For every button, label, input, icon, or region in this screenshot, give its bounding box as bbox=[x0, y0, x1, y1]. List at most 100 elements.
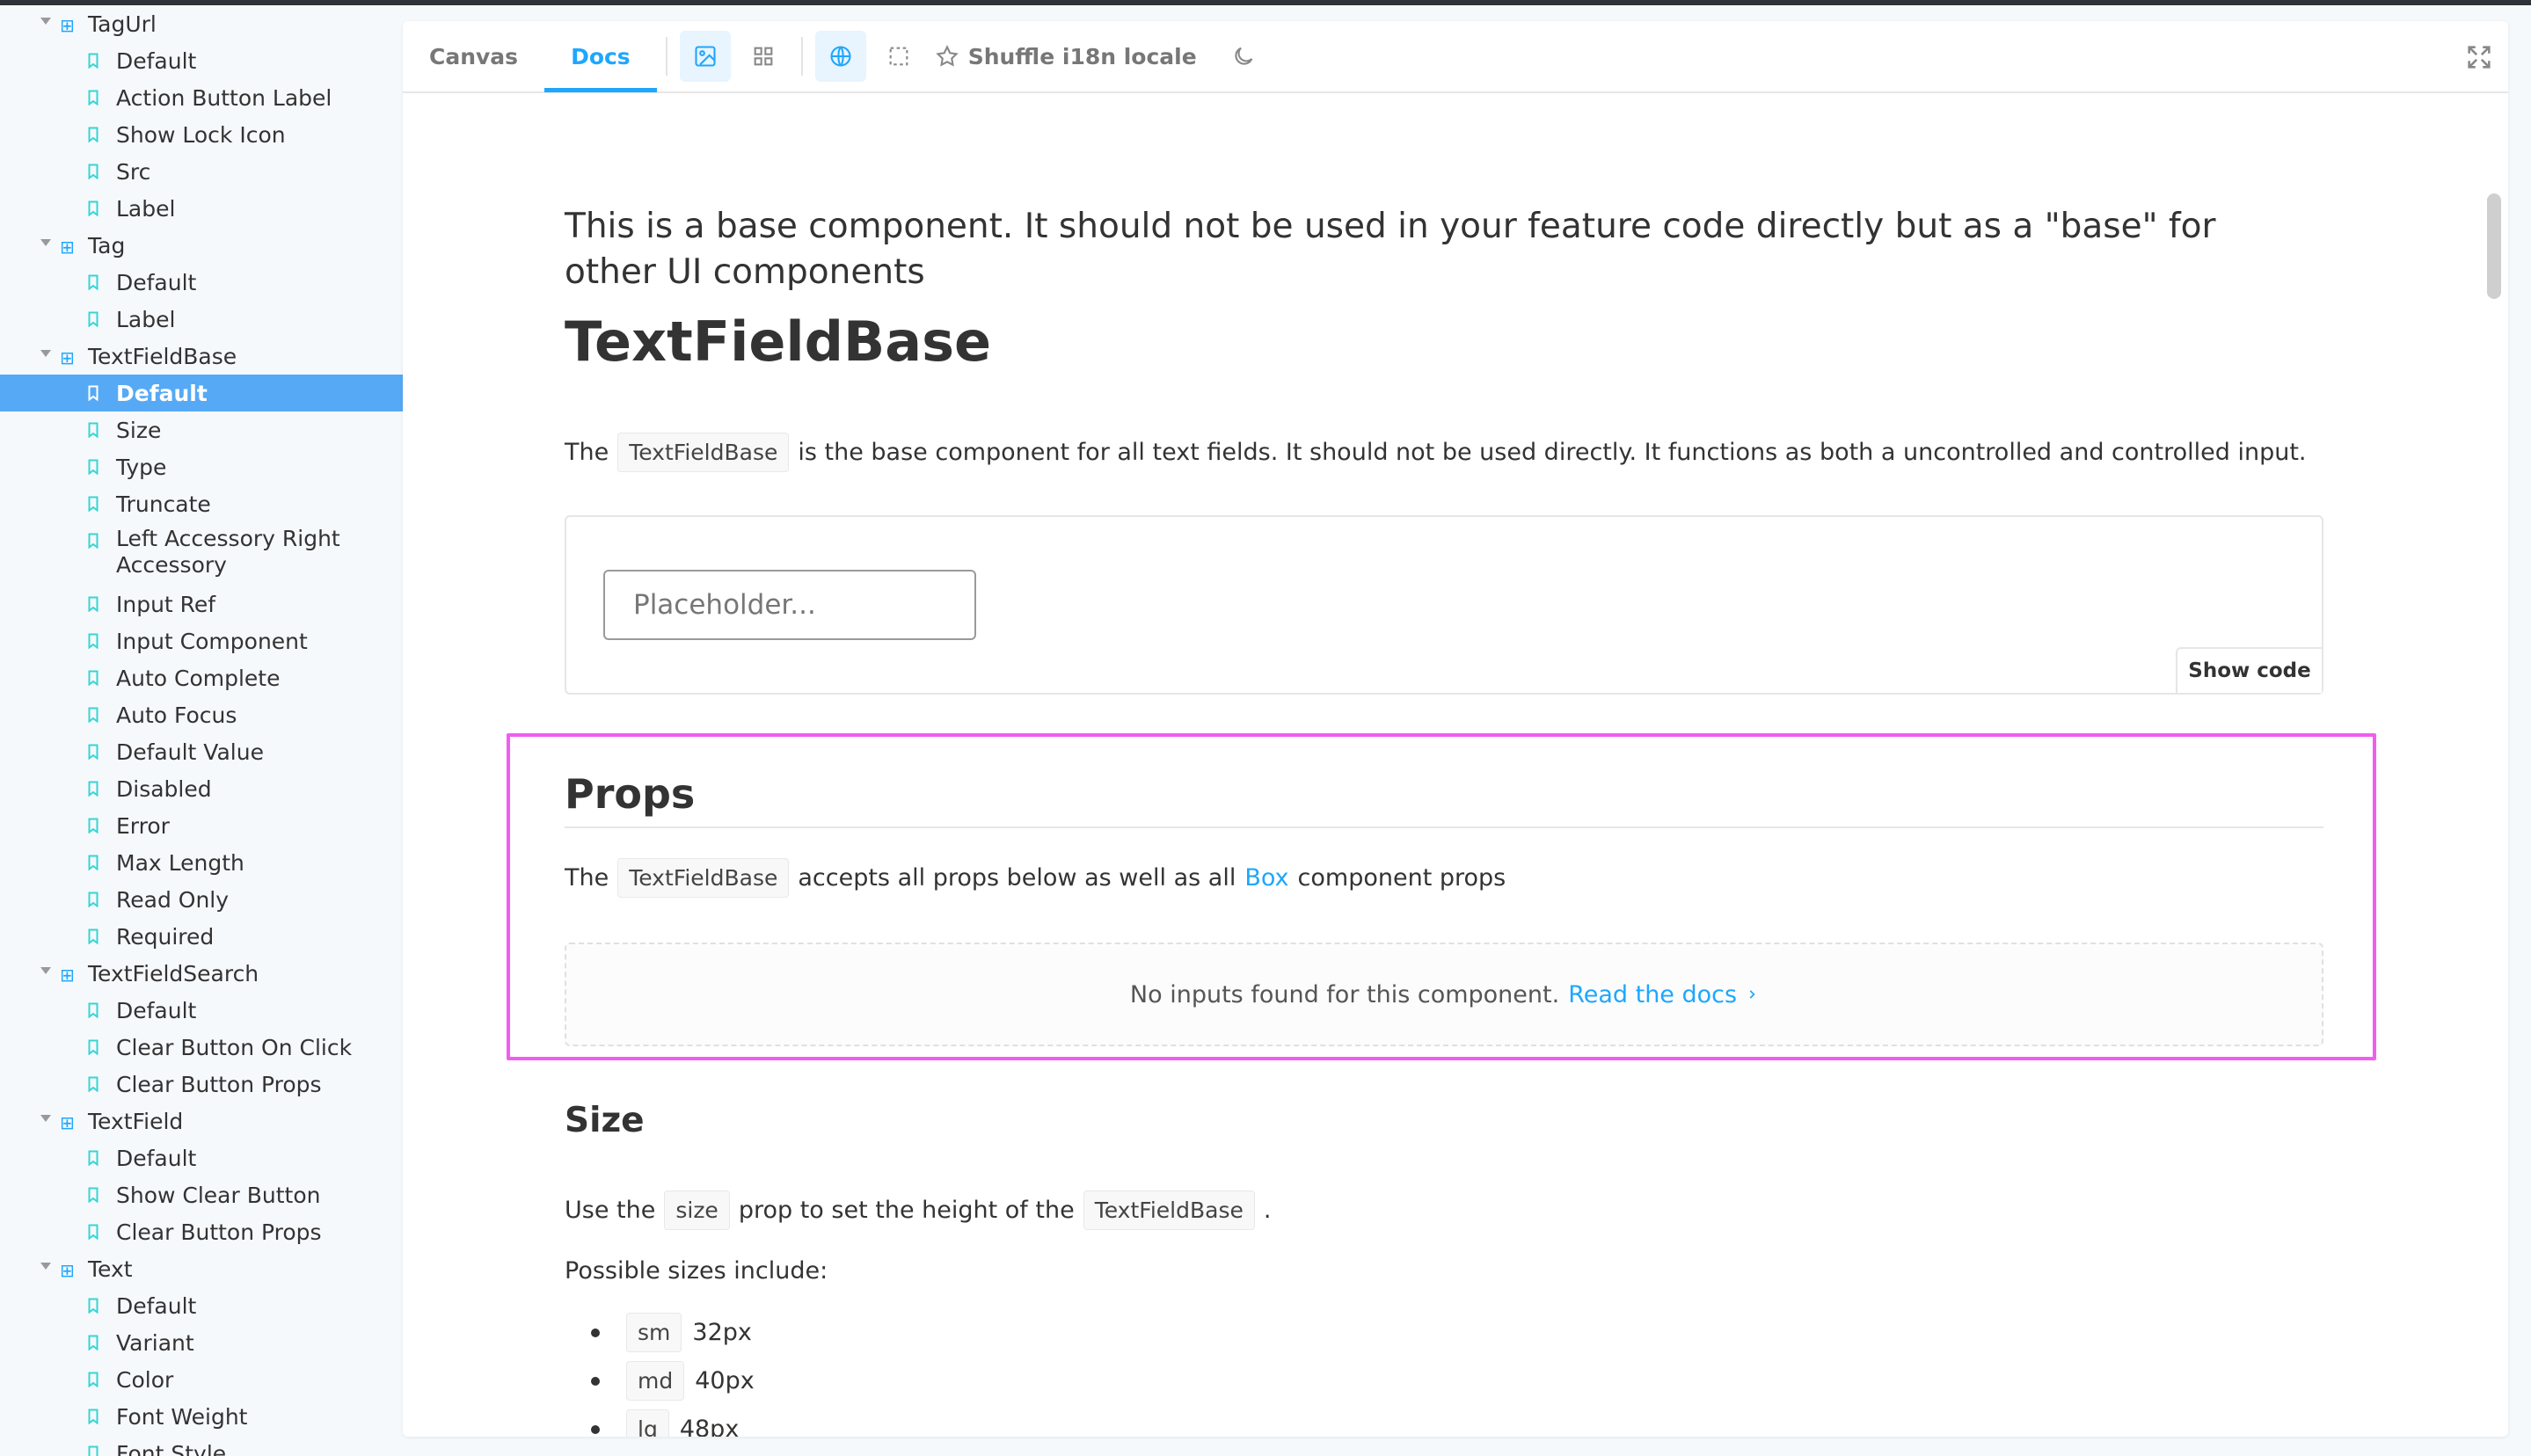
sidebar-item-label: Default bbox=[116, 997, 197, 1023]
sidebar-item-label: Font Style bbox=[116, 1440, 227, 1456]
sidebar-story[interactable]: Action Button Label bbox=[0, 79, 403, 116]
caret-down-icon[interactable] bbox=[40, 18, 51, 25]
outline-icon bbox=[889, 47, 908, 66]
bookmark-icon bbox=[88, 127, 98, 142]
docs-scrollbar[interactable] bbox=[2487, 193, 2501, 299]
sidebar: ⊞ TagUrl Default Action Button Label Show Lo… bbox=[0, 5, 403, 1456]
background-image-button[interactable] bbox=[679, 31, 731, 82]
sidebar-story[interactable]: Auto Complete bbox=[0, 659, 403, 696]
caret-down-icon[interactable] bbox=[40, 1263, 51, 1270]
show-code-button[interactable]: Show code bbox=[2176, 647, 2322, 693]
toolbar: Canvas Docs Shuffle i18n locale bbox=[403, 21, 2508, 93]
sidebar-story[interactable]: Default Value bbox=[0, 733, 403, 770]
sidebar-story[interactable]: Default bbox=[0, 42, 403, 79]
sidebar-component[interactable]: ⊞ TextField bbox=[0, 1103, 403, 1139]
sidebar-story[interactable]: Input Ref bbox=[0, 586, 403, 622]
sidebar-story[interactable]: Default bbox=[0, 1139, 403, 1176]
component-icon: ⊞ bbox=[60, 965, 75, 986]
bullet bbox=[591, 1376, 600, 1386]
sidebar-item-label: TagUrl bbox=[88, 11, 157, 37]
bookmark-icon bbox=[88, 200, 98, 216]
sidebar-story[interactable]: Clear Button Props bbox=[0, 1213, 403, 1250]
sidebar-story[interactable]: Input Component bbox=[0, 622, 403, 659]
sidebar-story[interactable]: Show Lock Icon bbox=[0, 116, 403, 153]
sidebar-story[interactable]: Font Weight bbox=[0, 1398, 403, 1435]
textfield-base-input[interactable] bbox=[603, 570, 976, 640]
caret-down-icon[interactable] bbox=[40, 1115, 51, 1122]
sidebar-story[interactable]: Auto Focus bbox=[0, 696, 403, 733]
component-icon: ⊞ bbox=[60, 347, 75, 368]
grid-button[interactable] bbox=[738, 31, 789, 82]
shuffle-locale-button[interactable]: Shuffle i18n locale bbox=[935, 44, 1197, 69]
tab-docs[interactable]: Docs bbox=[544, 21, 657, 92]
sidebar-item-label: Label bbox=[116, 195, 176, 222]
sidebar-item-label: Disabled bbox=[116, 775, 212, 802]
sidebar-component[interactable]: ⊞ Text bbox=[0, 1250, 403, 1287]
sidebar-item-label: Error bbox=[116, 812, 170, 839]
bookmark-icon bbox=[88, 533, 98, 549]
caret-down-icon[interactable] bbox=[40, 967, 51, 974]
sidebar-story[interactable]: Type bbox=[0, 448, 403, 485]
sidebar-item-label: Auto Complete bbox=[116, 665, 281, 691]
sidebar-story[interactable]: Src bbox=[0, 153, 403, 190]
globe-icon bbox=[830, 46, 851, 67]
possible-sizes-text: Possible sizes include: bbox=[565, 1257, 828, 1285]
sidebar-item-label: Required bbox=[116, 923, 215, 950]
inline-code: md bbox=[626, 1361, 685, 1401]
sidebar-item-label: Variant bbox=[116, 1329, 194, 1356]
sidebar-component[interactable]: ⊞ TextFieldBase bbox=[0, 338, 403, 375]
sidebar-component[interactable]: ⊞ Tag bbox=[0, 227, 403, 264]
sidebar-item-label: Input Component bbox=[116, 628, 308, 654]
sidebar-story[interactable]: Color bbox=[0, 1361, 403, 1398]
bookmark-icon bbox=[88, 1445, 98, 1456]
sidebar-story[interactable]: Default bbox=[0, 375, 403, 411]
sidebar-story[interactable]: Truncate bbox=[0, 485, 403, 522]
bookmark-icon bbox=[88, 53, 98, 69]
bookmark-icon bbox=[88, 274, 98, 290]
sidebar-story[interactable]: Label bbox=[0, 190, 403, 227]
sidebar-story[interactable]: Variant bbox=[0, 1324, 403, 1361]
bookmark-icon bbox=[88, 164, 98, 179]
locale-button[interactable] bbox=[814, 31, 866, 82]
moon-icon bbox=[1235, 47, 1253, 65]
sidebar-story[interactable]: Label bbox=[0, 301, 403, 338]
sidebar-story[interactable]: Default bbox=[0, 992, 403, 1029]
bookmark-icon bbox=[88, 1409, 98, 1424]
sidebar-component[interactable]: ⊞ TextFieldSearch bbox=[0, 955, 403, 992]
sidebar-story[interactable]: Default bbox=[0, 1287, 403, 1324]
sidebar-story[interactable]: Left Accessory Right Accessory bbox=[0, 522, 403, 586]
caret-down-icon[interactable] bbox=[40, 350, 51, 357]
theme-toggle-button[interactable] bbox=[1218, 31, 1269, 82]
bookmark-icon bbox=[88, 633, 98, 649]
outline-button[interactable] bbox=[873, 31, 924, 82]
sidebar-item-label: Color bbox=[116, 1366, 174, 1393]
sidebar-item-label: Show Clear Button bbox=[116, 1182, 321, 1208]
bookmark-icon bbox=[88, 781, 98, 797]
sidebar-story[interactable]: Error bbox=[0, 807, 403, 844]
sidebar-story[interactable]: Font Style bbox=[0, 1435, 403, 1456]
bookmark-icon bbox=[88, 1224, 98, 1240]
fullscreen-icon[interactable] bbox=[2464, 42, 2494, 72]
size-period: . bbox=[1263, 1197, 1272, 1224]
sidebar-component[interactable]: ⊞ TagUrl bbox=[0, 5, 403, 42]
story-preview: Show code bbox=[565, 515, 2323, 695]
list-item: md 40px bbox=[591, 1357, 755, 1405]
sidebar-story[interactable]: Clear Button Props bbox=[0, 1066, 403, 1103]
caret-down-icon[interactable] bbox=[40, 239, 51, 246]
sidebar-story[interactable]: Required bbox=[0, 918, 403, 955]
sidebar-story[interactable]: Size bbox=[0, 411, 403, 448]
sidebar-story[interactable]: Clear Button On Click bbox=[0, 1029, 403, 1066]
sidebar-story[interactable]: Disabled bbox=[0, 770, 403, 807]
sidebar-item-label: Auto Focus bbox=[116, 702, 237, 728]
sidebar-story[interactable]: Max Length bbox=[0, 844, 403, 881]
component-lead: This is a base component. It should not … bbox=[565, 207, 2216, 292]
sidebar-story[interactable]: Default bbox=[0, 264, 403, 301]
sidebar-item-label: Label bbox=[116, 306, 176, 332]
tab-canvas[interactable]: Canvas bbox=[403, 21, 544, 92]
sidebar-story[interactable]: Read Only bbox=[0, 881, 403, 918]
bookmark-icon bbox=[88, 1150, 98, 1166]
bookmark-icon bbox=[88, 596, 98, 612]
sidebar-item-label: Src bbox=[116, 158, 151, 185]
bookmark-icon bbox=[88, 459, 98, 475]
sidebar-story[interactable]: Show Clear Button bbox=[0, 1176, 403, 1213]
